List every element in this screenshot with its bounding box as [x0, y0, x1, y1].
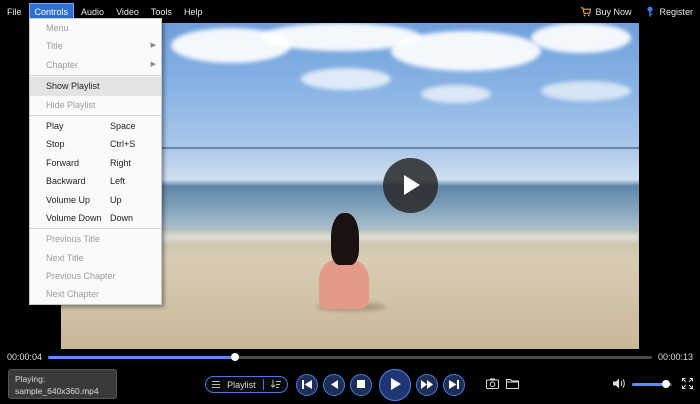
volume-icon	[612, 378, 626, 391]
fast-forward-icon	[421, 379, 433, 391]
menu-item-next-title: Next Title	[46, 252, 84, 263]
shortcut-label: Left	[110, 176, 126, 187]
play-button[interactable]	[379, 369, 411, 401]
snapshot-button[interactable]	[485, 377, 499, 391]
previous-track-button[interactable]	[296, 374, 318, 396]
cloud	[301, 68, 391, 90]
seekbar-row: 00:00:04 00:00:13	[0, 349, 700, 365]
submenu-arrow-icon: ▶	[150, 60, 156, 68]
menu-item-volume-up[interactable]: Volume Up Up	[30, 191, 161, 209]
menu-header: Menu	[46, 23, 69, 33]
menu-item-hide-playlist: Hide Playlist	[46, 99, 96, 110]
menu-item-forward[interactable]: Forward Right	[30, 154, 161, 172]
volume-handle[interactable]	[662, 380, 670, 388]
menu-item-stop-label: Stop	[46, 139, 65, 150]
cloud	[391, 31, 541, 71]
snapshot-icon	[485, 378, 499, 391]
menu-item-backward[interactable]: Backward Left	[30, 172, 161, 190]
seek-handle[interactable]	[231, 353, 240, 361]
shortcut-label: Ctrl+S	[110, 139, 136, 150]
next-track-icon	[449, 379, 459, 391]
rewind-button[interactable]	[323, 374, 345, 396]
mute-button[interactable]	[612, 377, 626, 391]
menu-item-volume-up-label: Volume Up	[46, 194, 91, 205]
menu-file[interactable]: File	[2, 3, 27, 21]
menu-item-previous-title: Previous Title	[46, 234, 101, 245]
current-time: 00:00:04	[7, 352, 43, 362]
seek-progress	[48, 356, 236, 359]
menu-item-next-chapter: Next Chapter	[46, 289, 100, 300]
cloud	[541, 81, 631, 101]
menu-item-play-label: Play	[46, 120, 64, 131]
volume-slider[interactable]	[632, 380, 672, 388]
menu-item-stop[interactable]: Stop Ctrl+S	[30, 135, 161, 153]
menu-divider	[30, 114, 161, 116]
now-playing-file: sample_640x360.mp4	[15, 386, 99, 396]
playlist-toggle-button[interactable]: Playlist	[205, 376, 288, 393]
folder-icon	[505, 378, 519, 391]
cart-icon	[580, 6, 592, 17]
menu-divider	[30, 75, 161, 77]
menu-item-backward-label: Backward	[46, 176, 86, 187]
fullscreen-button[interactable]	[680, 377, 694, 391]
shortcut-label: Space	[110, 120, 136, 131]
menu-item-volume-down-label: Volume Down	[46, 212, 102, 223]
buy-now-link[interactable]: Buy Now	[580, 6, 631, 17]
total-time: 00:00:13	[657, 352, 693, 362]
submenu-arrow-icon: ▶	[150, 42, 156, 50]
cloud	[421, 85, 491, 103]
menu-item-chapter: Chapter ▶	[30, 56, 161, 74]
menu-item-volume-down[interactable]: Volume Down Down	[30, 209, 161, 227]
fullscreen-icon	[681, 377, 693, 391]
cloud	[531, 23, 631, 53]
rewind-icon	[329, 379, 339, 391]
menu-item-chapter-label: Chapter	[46, 59, 79, 70]
now-playing-box: Playing: sample_640x360.mp4	[8, 369, 117, 399]
now-playing-label: Playing:	[15, 374, 46, 384]
menu-item-forward-label: Forward	[46, 157, 80, 168]
next-track-button[interactable]	[443, 374, 465, 396]
person-body	[319, 259, 369, 309]
play-overlay-button[interactable]	[383, 158, 438, 213]
menu-item-show-playlist[interactable]: Show Playlist	[30, 77, 161, 96]
control-bar: Playing: sample_640x360.mp4 Playlist	[0, 365, 700, 404]
shortcut-label: Down	[110, 212, 134, 223]
play-icon	[401, 174, 421, 198]
buy-now-label: Buy Now	[595, 6, 632, 17]
play-icon	[390, 378, 401, 392]
sort-icon[interactable]	[270, 379, 281, 390]
register-label: Register	[659, 6, 693, 17]
person-hair	[331, 213, 359, 265]
key-icon	[645, 6, 655, 17]
list-icon	[212, 380, 220, 390]
stop-icon	[357, 380, 365, 390]
seek-bar[interactable]	[48, 353, 652, 361]
volume-level	[632, 383, 666, 386]
menu-item-play[interactable]: Play Space	[30, 117, 161, 135]
menu-divider	[30, 228, 161, 230]
menu-help[interactable]: Help	[179, 3, 208, 21]
menu-item-title: Title ▶	[30, 37, 161, 55]
open-file-button[interactable]	[505, 377, 519, 391]
previous-track-icon	[302, 379, 312, 391]
menu-right: Buy Now Register	[580, 0, 693, 23]
shortcut-label: Up	[110, 194, 122, 205]
menu-item-previous-chapter: Previous Chapter	[46, 271, 116, 282]
pill-divider	[262, 379, 264, 390]
stop-button[interactable]	[350, 374, 372, 396]
menu-item-title-label: Title	[46, 41, 63, 52]
fast-forward-button[interactable]	[416, 374, 438, 396]
controls-menu: Menu Title ▶ Chapter ▶ Show Playlist Hide …	[29, 18, 162, 305]
playlist-label: Playlist	[227, 379, 256, 390]
register-link[interactable]: Register	[645, 6, 693, 17]
shortcut-label: Right	[110, 157, 132, 168]
